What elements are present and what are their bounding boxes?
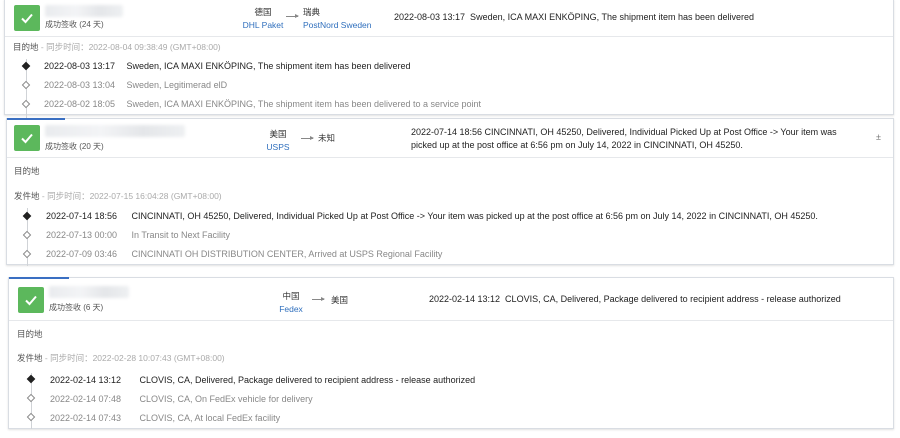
- origin-section-label: 发件地 - 同步时间：2022-02-28 10:07:43 (GMT+08:0…: [17, 352, 225, 364]
- status-badge: 成功签收 (20 天): [45, 142, 104, 151]
- destination-label: 目的地: [14, 166, 40, 176]
- route-arrow-icon: [286, 14, 299, 18]
- latest-event: 2022-07-14 18:56 CINCINNATI, OH 45250, D…: [411, 127, 837, 150]
- destination-carrier-link[interactable]: PostNord Sweden: [303, 20, 372, 30]
- timeline-event: 2022-08-03 13:04 Sweden, Legitimerad elD: [44, 79, 227, 91]
- timeline-event: 2022-07-09 03:46 CINCINNATI OH DISTRIBUT…: [46, 248, 442, 260]
- timeline-dot-icon: [26, 374, 36, 384]
- event-description: CLOVIS, CA, At local FedEx facility: [139, 413, 281, 423]
- event-description: In Transit to Next Facility: [131, 230, 231, 240]
- timeline-dot-icon: [21, 99, 31, 109]
- origin-country: 德国: [254, 7, 272, 17]
- event-time: 2022-08-03 13:17: [44, 61, 116, 71]
- event-time: 2022-07-13 00:00: [46, 230, 118, 240]
- event-time: 2022-02-14 07:43: [50, 413, 122, 423]
- delivered-check-icon: [14, 5, 40, 31]
- event-time: 2022-08-02 18:05: [44, 99, 116, 109]
- timeline-dot-icon: [26, 412, 36, 422]
- status-badge: 成功签收 (24 天): [45, 20, 104, 29]
- sync-time: - 同步时间：2022-07-15 16:04:28 (GMT+08:00): [39, 191, 222, 201]
- origin-carrier-link[interactable]: Fedex: [271, 304, 311, 314]
- event-time: 2022-07-09 03:46: [46, 249, 118, 259]
- timeline-dot-icon: [22, 249, 32, 259]
- timeline-dot-icon: [22, 211, 32, 221]
- route-arrow-icon: [312, 297, 325, 301]
- event-description: CINCINNATI OH DISTRIBUTION CENTER, Arriv…: [131, 249, 443, 259]
- destination-country: 美国: [331, 295, 349, 305]
- event-description: CLOVIS, CA, On FedEx vehicle for deliver…: [139, 394, 313, 404]
- origin-country: 中国: [282, 291, 300, 301]
- timeline-event: 2022-08-03 13:17 Sweden, ICA MAXI ENKÖPI…: [44, 60, 411, 72]
- timeline-dot-icon: [26, 393, 36, 403]
- shipment-header[interactable]: 成功签收 (20 天) 美国 USPS 未知 2022-07-14 18:56 …: [7, 119, 893, 158]
- destination-route: 瑞典 PostNord Sweden: [303, 6, 372, 30]
- shipment-card: 成功签收 (24 天) 德国 DHL Paket 瑞典 PostNord Swe…: [4, 0, 894, 119]
- delivered-check-icon: [18, 287, 44, 313]
- event-description: Sweden, Legitimerad elD: [126, 80, 228, 90]
- shipment-header[interactable]: 成功签收 (24 天) 德国 DHL Paket 瑞典 PostNord Swe…: [5, 0, 893, 37]
- destination-section-label: 目的地 - 同步时间：2022-08-04 09:38:49 (GMT+08:0…: [13, 41, 221, 53]
- event-time: 2022-02-14 13:12: [50, 375, 122, 385]
- tracking-number-redacted: [49, 286, 129, 298]
- destination-country: 未知: [318, 133, 336, 143]
- delivered-check-icon: [14, 125, 40, 151]
- destination-label: 目的地: [17, 329, 43, 339]
- status-badge: 成功签收 (6 天): [49, 303, 104, 312]
- event-description: Sweden, ICA MAXI ENKÖPING, The shipment …: [126, 61, 411, 71]
- tracking-number-redacted: [45, 5, 123, 17]
- origin-route: 德国 DHL Paket: [237, 6, 289, 30]
- expand-toggle-icon[interactable]: ±: [876, 132, 881, 142]
- latest-event: 2022-08-03 13:17 Sweden, ICA MAXI ENKÖPI…: [394, 12, 755, 22]
- origin-section-label: 发件地 - 同步时间：2022-07-15 16:04:28 (GMT+08:0…: [14, 190, 222, 202]
- latest-event: 2022-02-14 13:12 CLOVIS, CA, Delivered, …: [429, 294, 841, 304]
- event-description: CLOVIS, CA, Delivered, Package delivered…: [139, 375, 476, 385]
- timeline-event: 2022-07-14 18:56 CINCINNATI, OH 45250, D…: [46, 210, 818, 222]
- tracking-number-redacted: [45, 125, 185, 137]
- destination-country: 瑞典: [303, 7, 321, 17]
- shipment-card: 成功签收 (6 天) 中国 Fedex 美国 2022-02-14 13:12 …: [8, 277, 894, 429]
- origin-label: 发件地: [17, 353, 43, 363]
- destination-route: 未知: [318, 132, 348, 144]
- destination-section-label: 目的地: [17, 328, 43, 340]
- event-description: Sweden, ICA MAXI ENKÖPING, The shipment …: [126, 99, 482, 109]
- timeline-event: 2022-07-13 00:00 In Transit to Next Faci…: [46, 229, 230, 241]
- sync-time: - 同步时间：2022-02-28 10:07:43 (GMT+08:00): [42, 353, 225, 363]
- origin-route: 美国 USPS: [257, 128, 299, 152]
- timeline-dot-icon: [21, 80, 31, 90]
- timeline-dot-icon: [22, 230, 32, 240]
- timeline-event: 2022-08-02 18:05 Sweden, ICA MAXI ENKÖPI…: [44, 98, 481, 110]
- origin-carrier-link[interactable]: DHL Paket: [237, 20, 289, 30]
- sync-time: - 同步时间：2022-08-04 09:38:49 (GMT+08:00): [38, 42, 221, 52]
- timeline-event: 2022-02-14 07:48 CLOVIS, CA, On FedEx ve…: [50, 393, 313, 405]
- timeline-dot-icon: [21, 61, 31, 71]
- origin-label: 发件地: [14, 191, 40, 201]
- timeline-event: 2022-02-14 13:12 CLOVIS, CA, Delivered, …: [50, 374, 475, 386]
- route-arrow-icon: [301, 136, 314, 140]
- event-description: CINCINNATI, OH 45250, Delivered, Individ…: [131, 211, 818, 221]
- shipment-header[interactable]: 成功签收 (6 天) 中国 Fedex 美国 2022-02-14 13:12 …: [9, 278, 893, 321]
- origin-country: 美国: [269, 129, 287, 139]
- destination-section-label: 目的地: [14, 165, 40, 177]
- destination-label: 目的地: [13, 42, 39, 52]
- event-time: 2022-07-14 18:56: [46, 211, 118, 221]
- timeline-event: 2022-02-14 07:43 CLOVIS, CA, At local Fe…: [50, 412, 280, 424]
- origin-route: 中国 Fedex: [271, 290, 311, 314]
- destination-route: 美国: [331, 294, 361, 306]
- origin-carrier-link[interactable]: USPS: [257, 142, 299, 152]
- shipment-card: 成功签收 (20 天) 美国 USPS 未知 2022-07-14 18:56 …: [6, 118, 894, 266]
- event-time: 2022-02-14 07:48: [50, 394, 122, 404]
- event-time: 2022-08-03 13:04: [44, 80, 116, 90]
